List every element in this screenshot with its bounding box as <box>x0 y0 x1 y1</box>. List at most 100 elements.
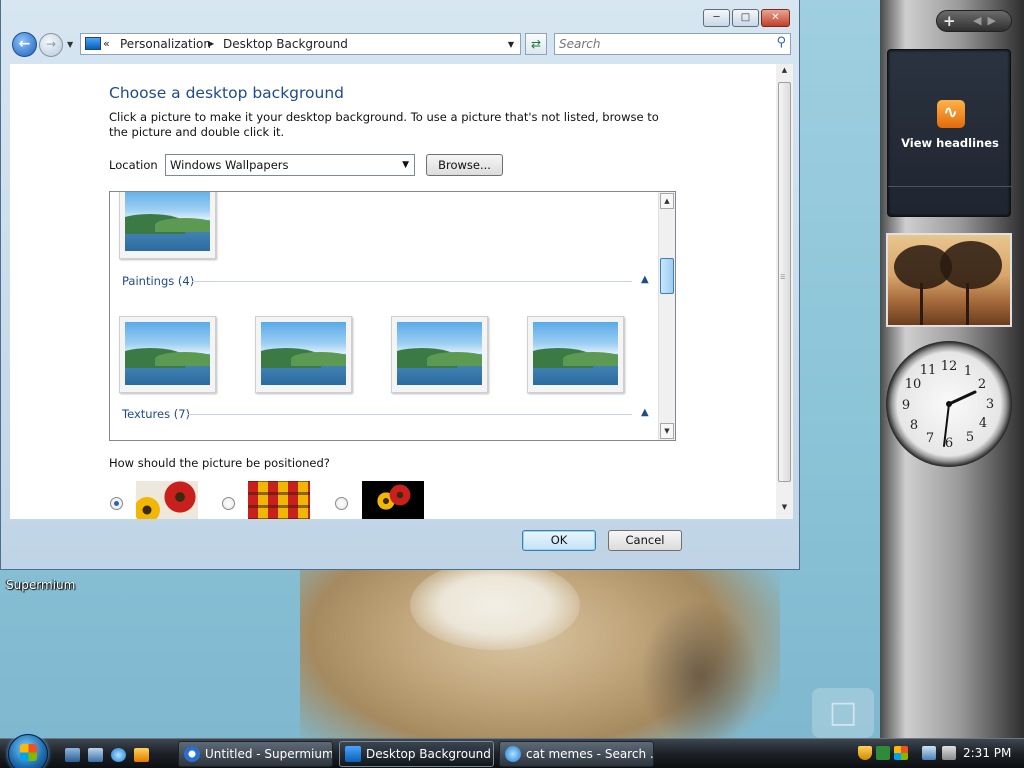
maximize-button[interactable]: □ <box>732 9 759 27</box>
control-panel-icon <box>85 37 101 50</box>
wallpaper-thumbnail[interactable] <box>255 316 352 393</box>
close-button[interactable]: ✕ <box>761 9 790 27</box>
wallpaper-thumbnail[interactable] <box>119 192 216 259</box>
supermium-icon <box>184 746 200 762</box>
desktop-background-window: ─ □ ✕ ← → ▼ « Personalization ▶ Desktop … <box>0 0 800 570</box>
position-radio-fit[interactable] <box>110 497 123 510</box>
volume-muted-icon[interactable] <box>942 746 956 760</box>
collapse-group-icon[interactable]: ▲ <box>641 274 649 285</box>
collapse-group-icon[interactable]: ▲ <box>641 407 649 418</box>
wallpaper-thumbnail[interactable] <box>119 316 216 393</box>
group-divider <box>192 281 632 282</box>
svg-text:1: 1 <box>964 364 972 379</box>
position-label: How should the picture be positioned? <box>109 456 330 470</box>
minimize-button[interactable]: ─ <box>703 9 730 27</box>
location-value: Windows Wallpapers <box>170 158 289 172</box>
wallpaper-image <box>125 322 210 385</box>
svg-text:7: 7 <box>926 431 934 446</box>
forward-button[interactable]: → <box>39 33 63 57</box>
tree-silhouette-icon <box>940 241 1002 289</box>
task-label: Untitled - Supermium <box>205 747 333 761</box>
address-dropdown-icon[interactable]: ▼ <box>508 40 514 49</box>
show-desktop-icon[interactable] <box>65 748 80 762</box>
task-desktop-background[interactable]: Desktop Background <box>339 741 494 767</box>
breadcrumb-personalization[interactable]: Personalization <box>120 37 211 51</box>
picture-list-scrollbar[interactable]: ▲ ▼ <box>658 192 675 440</box>
position-radio-tile[interactable] <box>222 497 235 510</box>
ok-button[interactable]: OK <box>522 530 596 551</box>
back-button[interactable]: ← <box>12 32 37 57</box>
rss-icon: ∿ <box>937 100 965 128</box>
svg-text:11: 11 <box>920 363 937 378</box>
group-header-paintings[interactable]: Paintings (4) <box>122 274 194 288</box>
group-divider <box>188 414 632 415</box>
wallpaper-thumbnail[interactable] <box>527 316 624 393</box>
security-shield-icon[interactable] <box>858 746 872 760</box>
media-player-icon[interactable] <box>134 748 149 762</box>
picture-list[interactable]: Paintings (4) ▲ Textures (7) ▲ ▲ ▼ <box>109 191 676 441</box>
notification-area: 2:31 PM <box>852 741 1024 767</box>
position-preview-center[interactable] <box>362 481 424 519</box>
switch-windows-icon[interactable] <box>88 748 103 762</box>
svg-text:10: 10 <box>905 377 922 392</box>
breadcrumb-desktop-background[interactable]: Desktop Background <box>223 37 348 51</box>
add-gadget-icon[interactable]: + <box>943 12 956 30</box>
checkmark-icon[interactable] <box>876 746 890 760</box>
start-button[interactable] <box>8 734 48 768</box>
slideshow-gadget[interactable] <box>886 233 1012 327</box>
browse-button[interactable]: Browse... <box>426 154 503 176</box>
content-scrollbar[interactable]: ▲ ☰ ▼ <box>776 64 793 519</box>
internet-explorer-icon[interactable] <box>111 748 126 762</box>
breadcrumb-overflow-icon[interactable]: « <box>103 37 110 50</box>
address-bar[interactable]: « Personalization ▶ Desktop Background ▼ <box>80 33 521 55</box>
svg-text:4: 4 <box>979 416 987 431</box>
wallpaper-image <box>125 192 210 251</box>
scroll-down-icon[interactable]: ▼ <box>778 503 791 517</box>
feed-headlines-gadget[interactable]: ∿ View headlines <box>887 49 1012 217</box>
page-title: Choose a desktop background <box>109 84 345 102</box>
control-panel-icon <box>345 746 361 762</box>
location-label: Location <box>109 158 158 172</box>
position-preview-tile[interactable] <box>248 481 310 519</box>
wallpaper-thumbnail[interactable] <box>391 316 488 393</box>
internet-explorer-icon <box>505 746 521 762</box>
scroll-up-icon[interactable]: ▲ <box>778 66 791 80</box>
sidebar-nav-arrows-icon[interactable]: ◀▶ <box>973 14 1002 27</box>
recent-pages-dropdown-icon[interactable]: ▼ <box>67 40 73 49</box>
task-untitled-supermium[interactable]: Untitled - Supermium <box>178 741 333 767</box>
task-cat-memes-search[interactable]: cat memes - Search ... <box>499 741 654 767</box>
svg-text:12: 12 <box>941 359 958 374</box>
task-label: cat memes - Search ... <box>526 747 654 761</box>
position-preview-fit[interactable] <box>136 481 198 519</box>
wallpaper-image <box>261 322 346 385</box>
svg-text:9: 9 <box>902 398 910 413</box>
wallpaper-image <box>533 322 618 385</box>
caption-buttons: ─ □ ✕ <box>703 9 790 27</box>
search-icon[interactable]: ⚲ <box>776 35 786 50</box>
network-icon[interactable] <box>922 746 936 760</box>
desktop-icon-supermium-label[interactable]: Supermium <box>6 578 75 592</box>
refresh-button[interactable]: ⇄ <box>525 33 547 55</box>
breadcrumb-separator-icon[interactable]: ▶ <box>208 39 214 48</box>
scroll-down-icon[interactable]: ▼ <box>660 423 674 439</box>
taskbar: Untitled - Supermium Desktop Background … <box>0 734 1024 768</box>
clock-gadget[interactable]: 12 1 2 345 678 9 10 11 <box>886 341 1012 467</box>
scroll-thumb[interactable] <box>660 258 674 294</box>
clock-face-icon: 12 12 345 678 91011 <box>902 359 994 451</box>
windows-update-icon[interactable] <box>894 746 908 760</box>
scroll-grip-icon: ☰ <box>780 274 786 281</box>
search-input[interactable] <box>559 36 769 52</box>
scroll-thumb[interactable] <box>778 82 791 482</box>
feed-headlines-label: View headlines <box>901 136 999 150</box>
wallpaper-watermark-icon: □ <box>812 688 874 738</box>
taskbar-clock[interactable]: 2:31 PM <box>963 746 1011 760</box>
svg-text:6: 6 <box>945 436 953 451</box>
scroll-up-icon[interactable]: ▲ <box>660 193 674 209</box>
search-box[interactable]: ⚲ <box>554 33 791 55</box>
content-pane: Choose a desktop background Click a pict… <box>10 64 793 519</box>
cancel-button[interactable]: Cancel <box>608 530 682 551</box>
location-dropdown[interactable]: Windows Wallpapers ▼ <box>165 154 415 176</box>
svg-text:2: 2 <box>978 377 986 392</box>
group-header-textures[interactable]: Textures (7) <box>122 407 190 421</box>
position-radio-center[interactable] <box>335 497 348 510</box>
